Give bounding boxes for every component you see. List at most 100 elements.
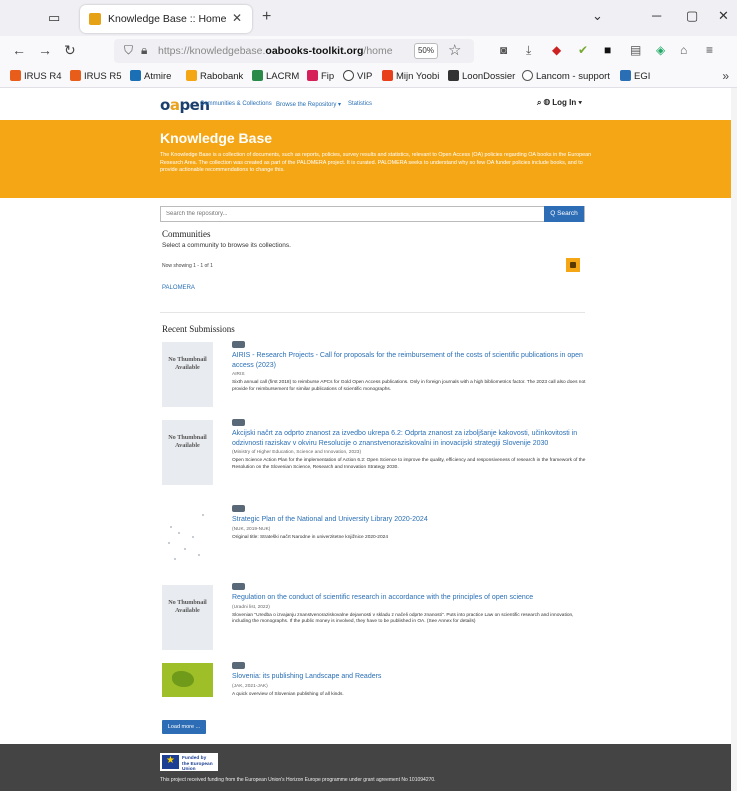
minimize-icon[interactable]: ─ <box>652 8 661 23</box>
extension-icon[interactable]: ■ <box>604 43 611 57</box>
bookmark-icon <box>307 70 318 81</box>
item-type-badge <box>232 505 245 512</box>
browser-window: ▭ Knowledge Base :: Home ✕ + ⌄ ─ ▢ ✕ ← →… <box>0 0 737 791</box>
lock-icon[interactable]: 🔒︎ <box>141 43 147 58</box>
item-title-link[interactable]: Slovenia: its publishing Landscape and R… <box>232 672 587 682</box>
menu-icon[interactable]: ≡ <box>706 43 713 57</box>
community-link[interactable]: PALOMERA <box>162 285 195 291</box>
bookmark-item[interactable]: IRUS R5 <box>70 70 121 82</box>
bookmark-item[interactable]: LACRM <box>252 70 299 82</box>
zoom-level[interactable]: 50% <box>414 43 438 59</box>
download-icon[interactable]: ⤓ <box>526 43 531 58</box>
bookmark-item[interactable]: LoonDossier <box>448 70 515 82</box>
address-bar[interactable]: ⛉ 🔒︎ https://knowledgebase.oabooks-toolk… <box>114 39 474 63</box>
item-meta: AIRIS <box>232 372 245 377</box>
item-meta: (JAK, 2021-JAK) <box>232 683 268 689</box>
no-thumbnail[interactable]: No Thumbnail Available <box>162 342 213 407</box>
item-title-link[interactable]: Regulation on the conduct of scientific … <box>232 593 587 603</box>
item-title-link[interactable]: Akcijski načrt za odprto znanost za izve… <box>232 429 587 448</box>
bookmark-item[interactable]: Fip <box>307 70 334 82</box>
item-description: Slovenian "Uredba o izvajanju znanstveno… <box>232 612 574 625</box>
tab-list-icon[interactable]: ▭ <box>48 10 64 25</box>
search-bar: Q Search <box>160 206 585 222</box>
search-input[interactable] <box>161 207 546 221</box>
document-thumbnail[interactable] <box>162 508 213 568</box>
shield-icon[interactable]: ⛉ <box>124 43 133 58</box>
site-header: oapen Communities & Collections Browse t… <box>0 88 737 120</box>
scrollbar[interactable] <box>731 88 737 791</box>
bookmark-item[interactable]: Mijn Yoobi <box>382 70 439 82</box>
login-menu[interactable]: ⌕ ◍ Log In ▾ <box>537 98 582 108</box>
hero-banner: Knowledge Base The Knowledge Base is a c… <box>0 120 737 198</box>
no-thumbnail[interactable]: No Thumbnail Available <box>162 420 213 485</box>
reload-icon[interactable]: ↻ <box>64 42 76 59</box>
divider <box>160 312 585 313</box>
more-bookmarks-icon[interactable]: » <box>722 69 729 83</box>
nav-communities[interactable]: Communities & Collections <box>200 101 272 107</box>
search-icon[interactable]: ⌕ <box>537 98 541 107</box>
bookmark-item[interactable]: Lancom - support <box>522 70 610 82</box>
bookmark-item[interactable]: Atmire <box>130 70 171 82</box>
bookmark-item[interactable]: IRUS R4 <box>10 70 61 82</box>
bookmark-icon <box>620 70 631 81</box>
item-type-badge <box>232 341 245 348</box>
item-meta: (NUK, 2019-NUK) <box>232 526 271 532</box>
item-description: Original title: Strateški načrt Narodne … <box>232 534 388 540</box>
no-thumbnail[interactable]: No Thumbnail Available <box>162 585 213 650</box>
eu-funding-logo: Funded bythe European Union <box>160 753 218 772</box>
bookmark-icon <box>448 70 459 81</box>
new-tab-icon[interactable]: + <box>262 8 271 26</box>
browser-tab[interactable]: Knowledge Base :: Home ✕ <box>80 5 252 33</box>
forward-icon[interactable]: → <box>38 42 52 58</box>
item-type-badge <box>232 662 245 669</box>
extension-icon[interactable]: ◈ <box>656 43 665 57</box>
search-button[interactable]: Q Search <box>544 206 584 222</box>
bookmark-icon <box>252 70 263 81</box>
tab-title: Knowledge Base :: Home <box>108 13 227 25</box>
maximize-icon[interactable]: ▢ <box>686 8 698 24</box>
bookmark-icon <box>130 70 141 81</box>
bookmark-item[interactable]: VIP <box>343 70 372 82</box>
bookmark-star-icon[interactable]: ☆ <box>448 41 461 59</box>
bookmark-icon <box>10 70 21 81</box>
load-more-button[interactable]: Load more ... <box>162 720 206 734</box>
map-thumbnail[interactable] <box>162 663 213 697</box>
rss-button[interactable] <box>566 258 580 272</box>
pocket-icon[interactable]: ◙ <box>500 43 507 57</box>
list-item: Akcijski načrt za odprto znanost za izve… <box>232 419 587 471</box>
eu-label: Funded by <box>182 756 207 761</box>
web-page: oapen Communities & Collections Browse t… <box>0 88 737 791</box>
list-item: Strategic Plan of the National and Unive… <box>232 505 587 541</box>
bookmark-item[interactable]: Rabobank <box>186 70 243 82</box>
account-icon[interactable]: ⌂ <box>680 43 687 57</box>
bookmarks-bar: IRUS R4 IRUS R5 Atmire Rabobank LACRM Fi… <box>0 66 737 88</box>
extension-icon[interactable]: ✔ <box>578 43 588 57</box>
extension-icon[interactable]: ◆ <box>552 43 561 57</box>
item-description: A quick overview of Slovenian publishing… <box>232 691 344 697</box>
nav-browse[interactable]: Browse the Repository ▾ <box>276 101 341 108</box>
footer-text: This project received funding from the E… <box>160 777 436 783</box>
item-title-link[interactable]: AIRIS - Research Projects - Call for pro… <box>232 351 587 370</box>
bookmark-icon <box>522 70 533 81</box>
url-text[interactable]: https://knowledgebase.oabooks-toolkit.or… <box>158 45 393 57</box>
list-item: AIRIS - Research Projects - Call for pro… <box>232 341 587 393</box>
back-icon[interactable]: ← <box>12 42 26 58</box>
nav-bar: ← → ↻ ⛉ 🔒︎ https://knowledgebase.oabooks… <box>0 36 737 66</box>
item-description: Open Science Action Plan for the impleme… <box>232 458 586 470</box>
banner-description: The Knowledge Base is a collection of do… <box>160 152 592 173</box>
rss-icon <box>570 262 576 268</box>
bookmark-icon <box>343 70 354 81</box>
item-title-link[interactable]: Strategic Plan of the National and Unive… <box>232 515 587 525</box>
reader-icon[interactable]: ▤ <box>630 43 641 57</box>
recent-submissions-heading: Recent Submissions <box>162 324 235 334</box>
close-window-icon[interactable]: ✕ <box>718 8 729 24</box>
nav-statistics[interactable]: Statistics <box>348 101 372 107</box>
item-type-badge <box>232 583 245 590</box>
globe-icon[interactable]: ◍ <box>544 98 550 107</box>
showing-count: Now showing 1 - 1 of 1 <box>162 263 213 269</box>
bookmark-icon <box>382 70 393 81</box>
chevron-down-icon[interactable]: ⌄ <box>592 8 603 24</box>
bookmark-item[interactable]: EGI <box>620 70 650 82</box>
communities-subtitle: Select a community to browse its collect… <box>162 242 291 249</box>
close-tab-icon[interactable]: ✕ <box>232 11 242 25</box>
